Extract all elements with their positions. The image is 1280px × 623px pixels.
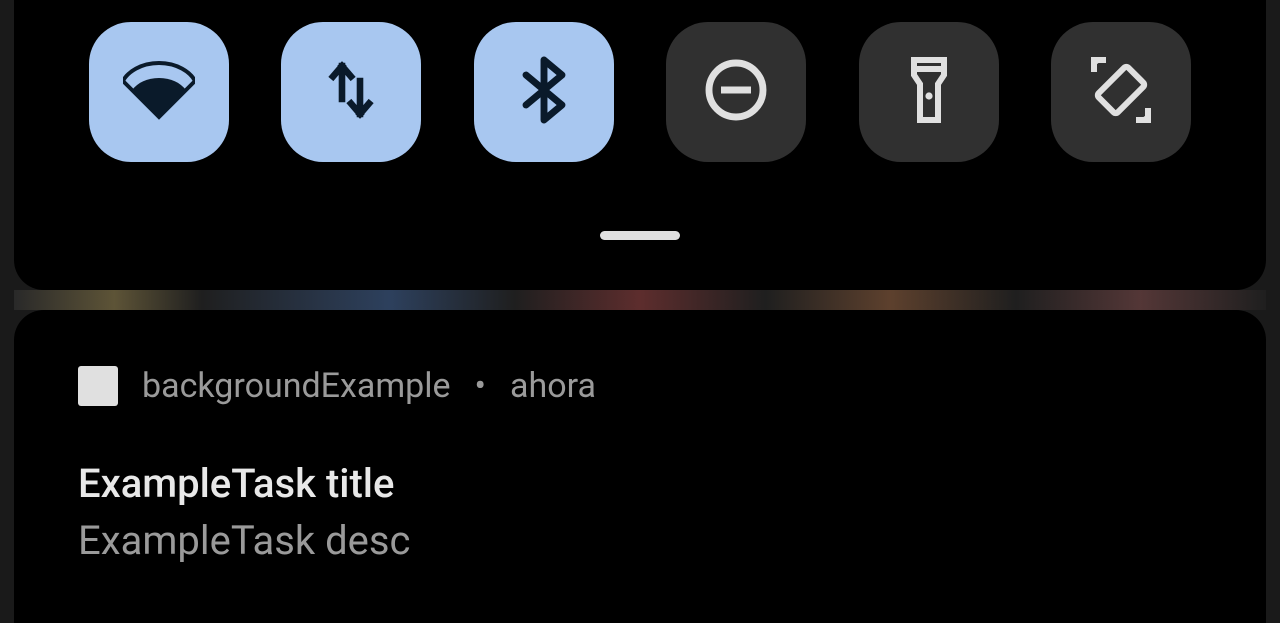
notification-title: ExampleTask title [78,460,1202,507]
flashlight-icon [893,54,965,130]
do-not-disturb-tile[interactable] [666,22,806,162]
mobile-data-icon [315,54,387,130]
notification-time: ahora [510,366,596,406]
bluetooth-tile[interactable] [474,22,614,162]
notification-app-name: backgroundExample [142,366,451,406]
do-not-disturb-icon [700,54,772,130]
notification-card[interactable]: backgroundExample • ahora ExampleTask ti… [14,310,1266,623]
notification-app-icon [78,366,118,406]
mobile-data-tile[interactable] [281,22,421,162]
wifi-icon [123,54,195,130]
auto-rotate-icon [1085,54,1157,130]
flashlight-tile[interactable] [859,22,999,162]
quick-settings-panel [14,0,1266,290]
quick-settings-tiles-row [14,22,1266,162]
notification-header: backgroundExample • ahora [78,366,1202,406]
panel-drag-handle[interactable] [600,231,680,240]
notification-description: ExampleTask desc [78,517,1202,564]
wifi-tile[interactable] [89,22,229,162]
bluetooth-icon [508,54,580,130]
notification-separator: • [475,366,486,406]
auto-rotate-tile[interactable] [1051,22,1191,162]
home-screen-gap [14,290,1266,310]
